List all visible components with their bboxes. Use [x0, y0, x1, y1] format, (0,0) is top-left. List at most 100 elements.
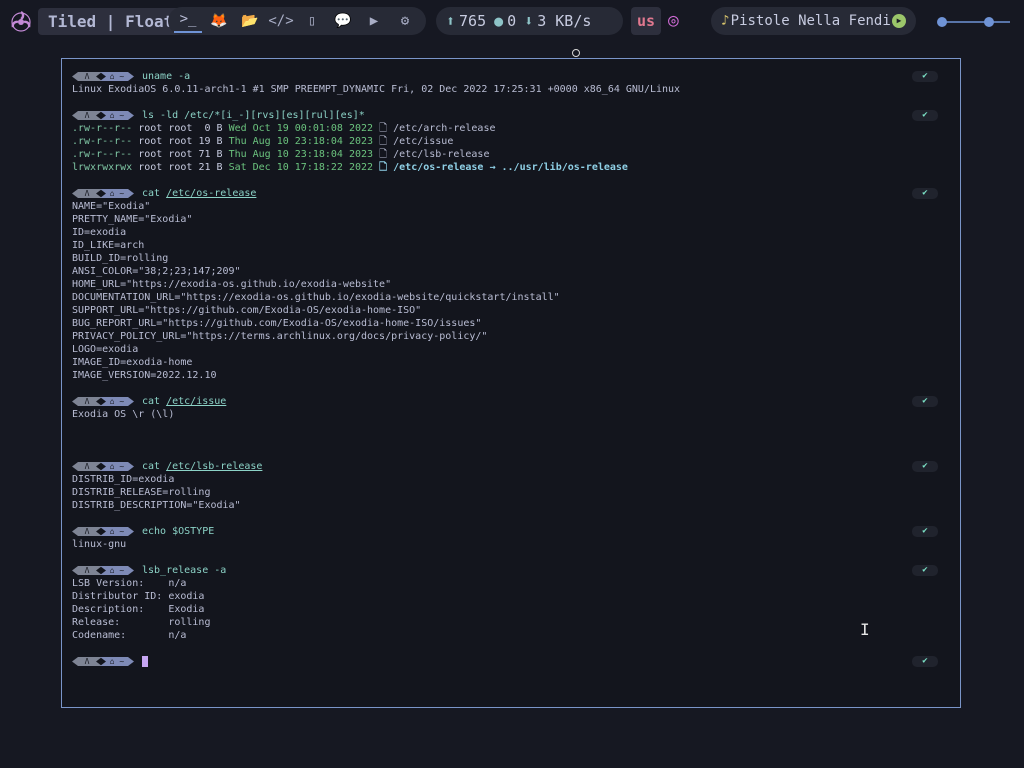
output-line: linux-gnu: [72, 539, 127, 550]
output-line: Release: rolling: [72, 617, 211, 628]
prompt-line: Λ ⌂ ~ uname -a: [72, 70, 190, 83]
output-line: Linux ExodiaOS 6.0.11-arch1-1 #1 SMP PRE…: [72, 84, 681, 95]
os-segment: Λ: [72, 397, 102, 406]
os-segment: Λ: [72, 189, 102, 198]
os-segment: Λ: [72, 566, 102, 575]
os-segment: Λ: [72, 72, 102, 81]
status-check: ✔: [912, 188, 938, 199]
prompt-line: Λ ⌂ ~ cat /etc/lsb-release: [72, 460, 262, 473]
output-line: PRETTY_NAME="Exodia": [72, 214, 193, 225]
music-note-icon: ♪: [721, 13, 730, 29]
home-segment: ⌂ ~: [100, 189, 134, 198]
output-line: Distributor ID: exodia: [72, 591, 205, 602]
play-icon[interactable]: ▶: [892, 14, 906, 28]
os-segment: Λ: [72, 527, 102, 536]
command-text: cat /etc/lsb-release: [142, 461, 263, 472]
download-icon: ⬇: [524, 12, 534, 30]
terminal-icon[interactable]: >_: [174, 7, 202, 33]
command-text: echo $OSTYPE: [142, 526, 215, 537]
output-line: ID_LIKE=arch: [72, 240, 145, 251]
github-icon: ●: [494, 12, 504, 30]
prompt-line: Λ ⌂ ~ cat /etc/os-release: [72, 187, 256, 200]
output-line: BUILD_ID=rolling: [72, 253, 169, 264]
status-check: ✔: [912, 526, 938, 537]
status-pill: ⬆ 765 ● 0 ⬇ 3 KB/s: [436, 7, 623, 35]
updates-indicator[interactable]: ⬆ 765: [446, 12, 494, 30]
os-segment: Λ: [72, 657, 102, 666]
command-text: lsb_release -a: [142, 565, 227, 576]
output-line: DOCUMENTATION_URL="https://exodia-os.git…: [72, 292, 560, 303]
home-segment: ⌂ ~: [100, 111, 134, 120]
office-icon[interactable]: ▯: [298, 7, 326, 35]
window-handle[interactable]: [572, 49, 580, 57]
output-line: Exodia OS \r (\l): [72, 409, 175, 420]
ls-row: lrwxrwxrwx root root 21 B Sat Dec 10 17:…: [72, 162, 628, 173]
output-line: SUPPORT_URL="https://github.com/Exodia-O…: [72, 305, 422, 316]
status-check: ✔: [912, 461, 938, 472]
music-title: Pistole Nella Fendi: [730, 13, 891, 29]
output-line: NAME="Exodia": [72, 201, 151, 212]
home-segment: ⌂ ~: [100, 566, 134, 575]
home-segment: ⌂ ~: [100, 657, 134, 666]
output-line: DISTRIB_ID=exodia: [72, 474, 175, 485]
youtube-icon[interactable]: ▶: [360, 7, 388, 35]
ls-row: .rw-r--r-- root root 19 B Thu Aug 10 23:…: [72, 136, 454, 147]
top-bar: Tiled | Float >_ 🦊 📂 </> ▯ 💬 ▶ ⚙ ⬆ 765 ● 0 ⬇ 3 KB/…: [0, 0, 1024, 44]
os-segment: Λ: [72, 462, 102, 471]
music-player[interactable]: ♪ Pistole Nella Fendi ▶: [711, 7, 916, 35]
home-segment: ⌂ ~: [100, 527, 134, 536]
command-arg: /etc/issue: [166, 396, 227, 407]
prompt-line: Λ ⌂ ~: [72, 655, 148, 668]
output-line: IMAGE_ID=exodia-home: [72, 357, 193, 368]
ls-row: .rw-r--r-- root root 0 B Wed Oct 19 00:0…: [72, 123, 496, 134]
terminal-output: Λ ⌂ ~ uname -a ✔ Linux ExodiaOS 6.0.11-arch1…: [62, 59, 960, 707]
firefox-icon[interactable]: 🦊: [205, 7, 233, 35]
output-line: DISTRIB_RELEASE=rolling: [72, 487, 211, 498]
command-arg: /etc/os-release: [166, 188, 257, 199]
command-text: ls -ld /etc/*[i_-][rvs][es][rul][es]*: [142, 110, 365, 121]
layout-mode[interactable]: Tiled | Float: [38, 8, 184, 35]
home-segment: ⌂ ~: [100, 72, 134, 81]
volume-slider[interactable]: [934, 13, 1014, 31]
github-indicator[interactable]: ● 0: [494, 12, 524, 30]
blender-icon[interactable]: ◎: [668, 10, 692, 32]
output-line: IMAGE_VERSION=2022.12.10: [72, 370, 217, 381]
prompt-line: Λ ⌂ ~ ls -ld /etc/*[i_-][rvs][es][rul][es]…: [72, 109, 365, 122]
command-text: cat /etc/issue: [142, 396, 227, 407]
output-line: BUG_REPORT_URL="https://github.com/Exodi…: [72, 318, 482, 329]
status-check: ✔: [912, 656, 938, 667]
os-segment: Λ: [72, 111, 102, 120]
home-segment: ⌂ ~: [100, 397, 134, 406]
output-line: ANSI_COLOR="38;2;23;147;209": [72, 266, 241, 277]
folder-icon[interactable]: 📂: [236, 7, 264, 35]
text-cursor-icon: I: [860, 620, 870, 639]
settings-icon[interactable]: ⚙: [391, 7, 419, 35]
status-check: ✔: [912, 71, 938, 82]
app-launcher: >_ 🦊 📂 </> ▯ 💬 ▶ ⚙: [168, 7, 426, 35]
output-line: Description: Exodia: [72, 604, 205, 615]
terminal-window[interactable]: Λ ⌂ ~ uname -a ✔ Linux ExodiaOS 6.0.11-arch1…: [61, 58, 961, 708]
prompt-line: Λ ⌂ ~ lsb_release -a: [72, 564, 226, 577]
output-line: HOME_URL="https://exodia-os.github.io/ex…: [72, 279, 392, 290]
output-line: DISTRIB_DESCRIPTION="Exodia": [72, 500, 241, 511]
status-check: ✔: [912, 565, 938, 576]
code-icon[interactable]: </>: [267, 7, 295, 35]
network-indicator[interactable]: ⬇ 3 KB/s: [524, 12, 599, 30]
command-text: cat /etc/os-release: [142, 188, 257, 199]
status-check: ✔: [912, 110, 938, 121]
output-line: PRIVACY_POLICY_URL="https://terms.archli…: [72, 331, 488, 342]
home-segment: ⌂ ~: [100, 462, 134, 471]
prompt-line: Λ ⌂ ~ echo $OSTYPE: [72, 525, 214, 538]
exodia-logo-icon[interactable]: [8, 9, 34, 35]
prompt-line: Λ ⌂ ~ cat /etc/issue: [72, 395, 226, 408]
arrow-up-icon: ⬆: [446, 12, 456, 30]
chat-icon[interactable]: 💬: [329, 7, 357, 35]
output-line: LOGO=exodia: [72, 344, 139, 355]
status-check: ✔: [912, 396, 938, 407]
terminal-cursor[interactable]: [142, 656, 148, 667]
output-line: Codename: n/a: [72, 630, 187, 641]
command-arg: /etc/lsb-release: [166, 461, 263, 472]
keyboard-layout[interactable]: us: [631, 7, 661, 35]
output-line: LSB Version: n/a: [72, 578, 187, 589]
command-text: uname -a: [142, 71, 191, 82]
